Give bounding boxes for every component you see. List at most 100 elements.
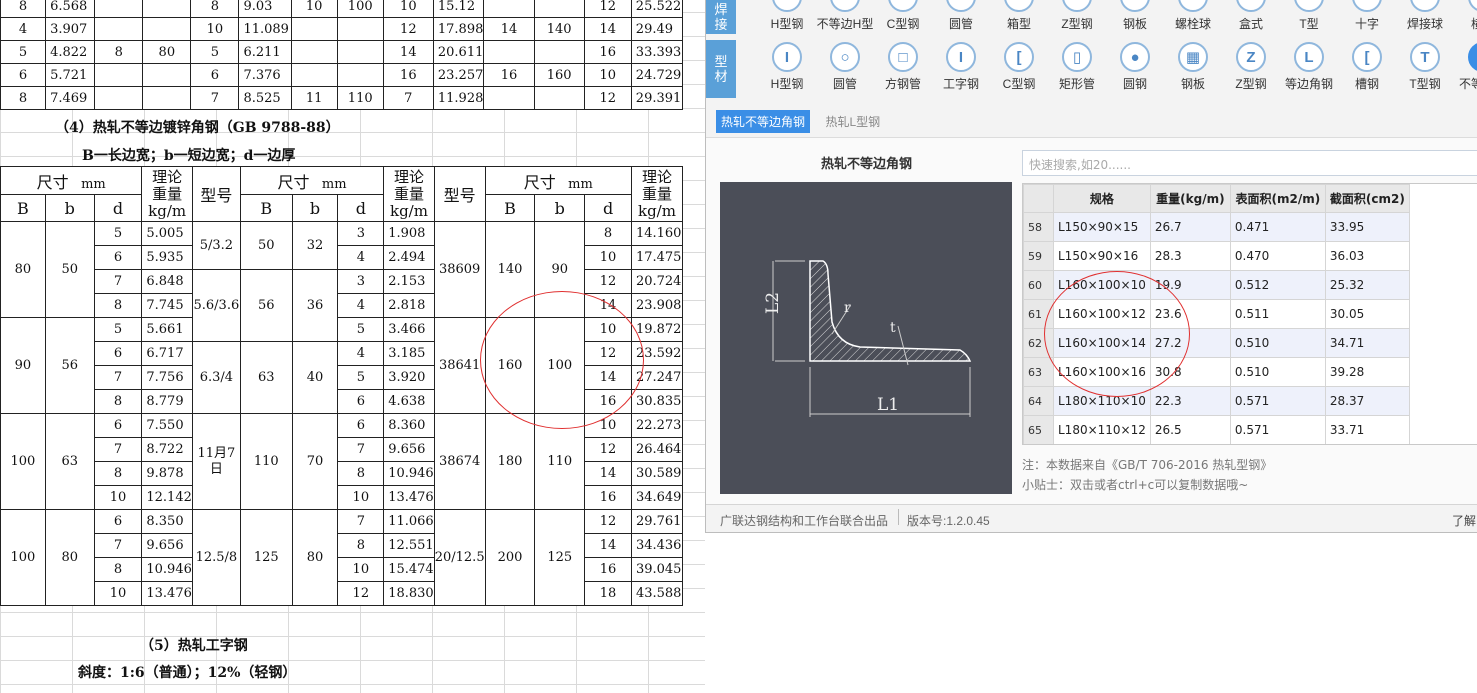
weld-item-button[interactable]: Z型钢 bbox=[1048, 0, 1106, 32]
mid-d: 5 bbox=[337, 317, 385, 342]
weld-item-label: 圆管 bbox=[948, 17, 973, 31]
grid-cell[interactable]: 0.510 bbox=[1229, 328, 1326, 358]
grid-cell[interactable]: 0.571 bbox=[1229, 415, 1326, 444]
weld-item-button[interactable]: C型钢 bbox=[874, 0, 932, 32]
grid-cell[interactable]: 27.2 bbox=[1149, 328, 1231, 358]
spreadsheet[interactable]: 8 6.568 8 9.03 10 100 10 15.12 12 25.522 4 3.907 10 1… bbox=[0, 0, 705, 693]
profile-item-button[interactable]: L 不等边角 bbox=[1454, 42, 1477, 92]
grid-cell[interactable]: 28.37 bbox=[1324, 386, 1410, 416]
profile-item-label: 矩形管 bbox=[1058, 77, 1095, 91]
grid-cell[interactable]: L160×100×10 bbox=[1053, 270, 1151, 300]
footer-about-link[interactable]: 了解 bbox=[1452, 512, 1476, 529]
weld-item-label: 不等边H型 bbox=[816, 17, 874, 31]
grid-cell[interactable]: 30.8 bbox=[1149, 357, 1231, 387]
grid-row[interactable]: 64 L180×110×10 22.3 0.571 28.37 bbox=[1023, 386, 1410, 416]
grid-cell[interactable]: 0.510 bbox=[1229, 357, 1326, 387]
grid-cell[interactable]: 28.3 bbox=[1149, 241, 1231, 271]
grid-cell[interactable]: 0.512 bbox=[1229, 270, 1326, 300]
weld-item-button[interactable]: 不等边H型 bbox=[816, 0, 874, 32]
weld-item-button[interactable]: 横托 bbox=[1454, 0, 1477, 32]
heading-5: （5）热轧工字钢 bbox=[140, 638, 248, 654]
category-profile[interactable]: 型 材 bbox=[706, 40, 736, 98]
top-cell bbox=[533, 86, 585, 110]
grid-cell[interactable]: 26.7 bbox=[1149, 212, 1231, 242]
grid-row[interactable]: 60 L160×100×10 19.9 0.512 25.32 bbox=[1023, 270, 1410, 300]
grid-cell[interactable]: 36.03 bbox=[1324, 241, 1410, 271]
grid-cell[interactable]: 34.71 bbox=[1324, 328, 1410, 358]
grid-cell[interactable]: 30.05 bbox=[1324, 299, 1410, 329]
top-cell: 29.49 bbox=[630, 17, 684, 41]
grid-row[interactable]: 58 L150×90×15 26.7 0.471 33.95 bbox=[1023, 212, 1410, 242]
weld-item-button[interactable]: 十字 bbox=[1338, 0, 1396, 32]
profile-item-button[interactable]: ▦ 钢板 bbox=[1164, 42, 1222, 92]
grid-row[interactable]: 63 L160×100×16 30.8 0.510 39.28 bbox=[1023, 357, 1410, 387]
grid-cell[interactable]: 26.5 bbox=[1149, 415, 1231, 444]
weld-item-button[interactable]: 螺栓球 bbox=[1164, 0, 1222, 32]
grid-header[interactable]: 截面积(cm2) bbox=[1324, 184, 1410, 213]
grid-row[interactable]: 65 L180×110×12 26.5 0.571 33.71 bbox=[1023, 415, 1410, 444]
label-l2: L2 bbox=[763, 292, 783, 314]
top-cell bbox=[142, 86, 192, 110]
category-weld[interactable]: 焊 接 bbox=[706, 0, 736, 34]
profile-item-button[interactable]: L 等边角钢 bbox=[1280, 42, 1338, 92]
profile-item-label: 圆管 bbox=[832, 77, 857, 91]
grid-cell[interactable]: 23.6 bbox=[1149, 299, 1231, 329]
right-d: 14 bbox=[584, 293, 632, 318]
left-weight: 8.722 bbox=[141, 437, 193, 462]
mid-weight: 13.476 bbox=[383, 485, 435, 510]
row-number: 60 bbox=[1023, 270, 1054, 300]
grid-cell[interactable]: 22.3 bbox=[1149, 386, 1231, 416]
profile-item-button[interactable]: ▯ 矩形管 bbox=[1048, 42, 1106, 92]
grid-row[interactable]: 61 L160×100×12 23.6 0.511 30.05 bbox=[1023, 299, 1410, 329]
top-cell: 29.391 bbox=[630, 86, 684, 110]
grid-header[interactable]: 重量(kg/m) bbox=[1149, 184, 1231, 213]
grid-cell[interactable]: 0.471 bbox=[1229, 212, 1326, 242]
grid-cell[interactable]: L160×100×14 bbox=[1053, 328, 1151, 358]
profile-item-button[interactable]: ○ 圆管 bbox=[816, 42, 874, 92]
grid-cell[interactable]: 0.571 bbox=[1229, 386, 1326, 416]
grid-cell[interactable]: L180×110×12 bbox=[1053, 415, 1151, 444]
data-grid[interactable]: 规格 重量(kg/m) 表面积(m2/m) 截面积(cm2) 58 L150×90×15 2… bbox=[1022, 183, 1477, 445]
grid-cell[interactable]: 33.71 bbox=[1324, 415, 1410, 444]
weld-item-button[interactable]: T型 bbox=[1280, 0, 1338, 32]
grid-cell[interactable]: L180×110×10 bbox=[1053, 386, 1151, 416]
profile-item-button[interactable]: [槽钢 bbox=[1338, 42, 1396, 92]
profile-item-button[interactable]: I H型钢 bbox=[758, 42, 816, 92]
angle-section-shape bbox=[809, 260, 972, 362]
profile-icon-row: I H型钢 ○ 圆管 □ 方钢管 I 工字钢 [C型钢 ▯ 矩形管 ● 圆钢 ▦ 钢板 Z Z型钢 L 等边角钢 [槽… bbox=[736, 42, 1477, 100]
weld-item-button[interactable]: 盒式 bbox=[1222, 0, 1280, 32]
grid-row[interactable]: 62 L160×100×14 27.2 0.510 34.71 bbox=[1023, 328, 1410, 358]
weld-item-button[interactable]: H型钢 bbox=[758, 0, 816, 32]
grid-cell[interactable]: 33.95 bbox=[1324, 212, 1410, 242]
profile-item-button[interactable]: T T型钢 bbox=[1396, 42, 1454, 92]
weld-item-button[interactable]: 焊接球 bbox=[1396, 0, 1454, 32]
left-weight: 9.656 bbox=[141, 533, 193, 558]
grid-header[interactable]: 规格 bbox=[1053, 184, 1151, 213]
grid-cell[interactable]: L160×100×12 bbox=[1053, 299, 1151, 329]
profile-item-button[interactable]: □ 方钢管 bbox=[874, 42, 932, 92]
grid-cell[interactable]: L160×100×16 bbox=[1053, 357, 1151, 387]
tab-unequal-angle[interactable]: 热轧不等边角钢 bbox=[716, 110, 811, 133]
angle-profile-svg: L2 L1 r t bbox=[763, 260, 972, 417]
weld-item-button[interactable]: 圆管 bbox=[932, 0, 990, 32]
profile-item-button[interactable]: [C型钢 bbox=[990, 42, 1048, 92]
grid-cell[interactable]: L150×90×16 bbox=[1053, 241, 1151, 271]
profile-item-button[interactable]: I 工字钢 bbox=[932, 42, 990, 92]
search-input[interactable]: 快速搜索,如20...... bbox=[1022, 150, 1477, 176]
grid-cell[interactable]: 0.511 bbox=[1229, 299, 1326, 329]
profile-item-button[interactable]: Z Z型钢 bbox=[1222, 42, 1280, 92]
weld-item-button[interactable]: 钢板 bbox=[1106, 0, 1164, 32]
tab-l-steel[interactable]: 热轧L型钢 bbox=[820, 110, 885, 133]
weld-item-button[interactable]: 箱型 bbox=[990, 0, 1048, 32]
hdr-B: B bbox=[0, 194, 46, 222]
left-weight: 9.878 bbox=[141, 461, 193, 486]
profile-item-button[interactable]: ● 圆钢 bbox=[1106, 42, 1164, 92]
top-cell: 33.393 bbox=[630, 40, 684, 64]
grid-cell[interactable]: 19.9 bbox=[1149, 270, 1231, 300]
grid-cell[interactable]: 25.32 bbox=[1324, 270, 1410, 300]
grid-cell[interactable]: L150×90×15 bbox=[1053, 212, 1151, 242]
grid-row[interactable]: 59 L150×90×16 28.3 0.470 36.03 bbox=[1023, 241, 1410, 271]
grid-cell[interactable]: 0.470 bbox=[1229, 241, 1326, 271]
grid-header[interactable]: 表面积(m2/m) bbox=[1229, 184, 1326, 213]
grid-cell[interactable]: 39.28 bbox=[1324, 357, 1410, 387]
